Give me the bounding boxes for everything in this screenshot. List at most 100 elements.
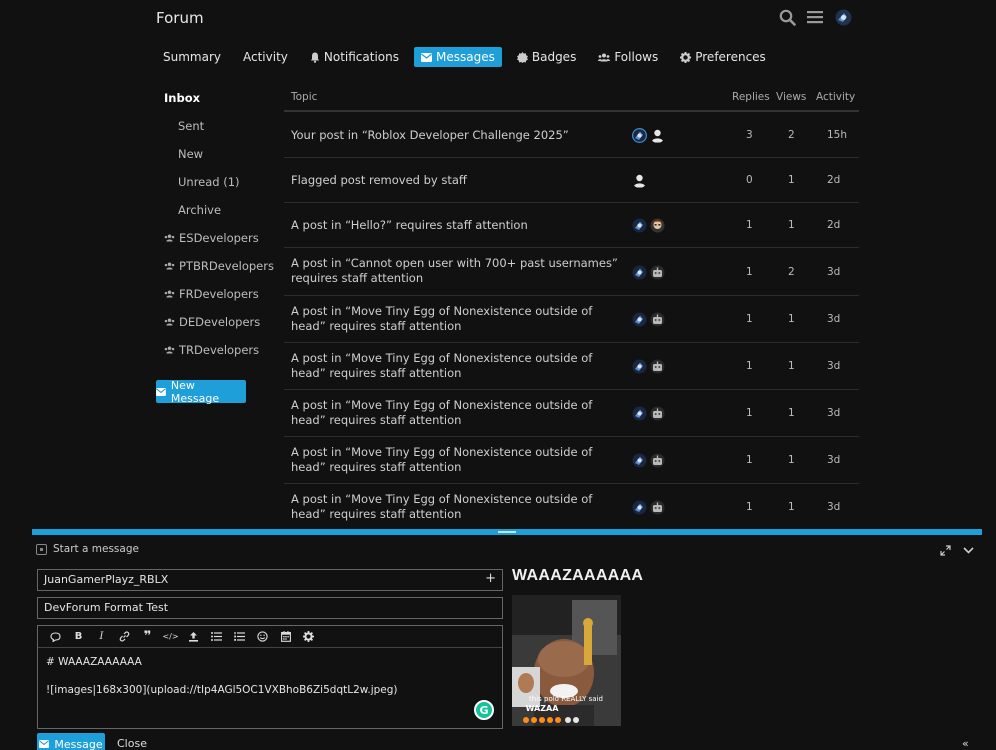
table-row[interactable]: Flagged post removed by staff 0 1 2d [284,158,859,203]
calendar-icon[interactable] [274,626,297,648]
topic-activity[interactable]: 15h [827,129,847,141]
avatar-robot[interactable] [650,312,665,327]
fullscreen-icon[interactable] [938,543,952,557]
topic-title-link[interactable]: A post in “Cannot open user with 700+ pa… [291,256,621,286]
upload-icon[interactable] [182,626,205,648]
preview-caption-1: this polo REALLY said [529,695,603,703]
site-title[interactable]: Forum [156,9,204,27]
avatar-blue[interactable] [632,312,647,327]
envelope-icon [421,52,432,62]
italic-icon[interactable]: I [90,626,113,648]
table-row[interactable]: A post in “Move Tiny Egg of Nonexistence… [284,437,859,484]
quote-icon[interactable]: ❞ [136,626,159,648]
avatar-default[interactable] [632,173,647,188]
topic-activity[interactable]: 3d [827,266,840,278]
avatar-blue[interactable] [632,359,647,374]
avatar-blue[interactable] [632,406,647,421]
sidebar-group-esdevelopers[interactable]: ESDevelopers [156,224,276,252]
sidebar-item-archive[interactable]: Archive [156,196,276,224]
column-topic[interactable]: Topic [291,91,317,103]
table-row[interactable]: Your post in “Roblox Developer Challenge… [284,112,859,158]
topic-activity[interactable]: 2d [827,219,840,231]
topic-activity[interactable]: 3d [827,454,840,466]
avatar-blue[interactable] [632,500,647,515]
close-composer-button[interactable]: Close [117,737,147,750]
topic-activity[interactable]: 2d [827,174,840,186]
sidebar-group-frdevelopers[interactable]: FRDevelopers [156,280,276,308]
topic-title-link[interactable]: A post in “Move Tiny Egg of Nonexistence… [291,304,621,334]
nav-messages-label: Messages [436,50,495,64]
table-row[interactable]: A post in “Move Tiny Egg of Nonexistence… [284,484,859,531]
new-message-button[interactable]: New Message [156,379,246,405]
link-icon[interactable] [113,626,136,648]
nav-follows[interactable]: Follows [591,47,665,67]
column-replies[interactable]: Replies [732,91,770,103]
topic-title-link[interactable]: A post in “Move Tiny Egg of Nonexistence… [291,398,621,428]
avatar-redhead[interactable] [650,218,665,233]
sidebar-item-sent[interactable]: Sent [156,112,276,140]
table-row[interactable]: A post in “Cannot open user with 700+ pa… [284,248,859,296]
table-row[interactable]: A post in “Move Tiny Egg of Nonexistence… [284,343,859,390]
topic-title-link[interactable]: A post in “Hello?” requires staff attent… [291,218,621,233]
search-icon[interactable] [778,8,796,26]
subject-field[interactable]: DevForum Format Test [37,597,503,619]
preview-image[interactable]: this polo REALLY said WAZAA [512,595,621,726]
avatar-robot[interactable] [650,406,665,421]
avatar-blue[interactable] [632,265,647,280]
avatar-blue[interactable] [632,218,647,233]
table-row[interactable]: A post in “Move Tiny Egg of Nonexistence… [284,390,859,437]
nav-summary[interactable]: Summary [156,47,228,67]
topic-activity[interactable]: 3d [827,501,840,513]
hamburger-menu-icon[interactable] [806,8,824,26]
editor-content[interactable]: # WAAAZAAAAAA ![images|168x300](upload://… [38,648,502,704]
topic-activity[interactable]: 3d [827,407,840,419]
chevron-down-icon[interactable] [961,543,975,557]
avatar-default[interactable] [650,128,665,143]
topic-title-link[interactable]: A post in “Move Tiny Egg of Nonexistence… [291,351,621,381]
topic-activity[interactable]: 3d [827,313,840,325]
code-icon[interactable]: </> [159,626,182,648]
numbered-list-icon[interactable] [228,626,251,648]
sidebar-item-new[interactable]: New [156,140,276,168]
emoji-icon[interactable] [251,626,274,648]
avatar-blue-ring[interactable] [632,128,647,143]
topic-activity[interactable]: 3d [827,360,840,372]
nav-messages[interactable]: Messages [414,47,502,67]
sidebar-group-dedevelopers[interactable]: DEDevelopers [156,308,276,336]
column-views[interactable]: Views [776,91,806,103]
sidebar-group-trdevelopers[interactable]: TRDevelopers [156,336,276,364]
grammarly-icon[interactable]: G [474,700,494,720]
nav-badges[interactable]: Badges [510,47,583,67]
sidebar-item-unread[interactable]: Unread (1) [156,168,276,196]
add-recipient-icon[interactable]: + [485,571,496,586]
nav-notifications[interactable]: Notifications [303,47,406,67]
avatar-robot[interactable] [650,453,665,468]
topic-title-link[interactable]: A post in “Move Tiny Egg of Nonexistence… [291,445,621,475]
speech-bubble-icon[interactable] [44,626,67,648]
avatar-robot[interactable] [650,500,665,515]
recipient-field[interactable]: JuanGamerPlayz_RBLX + [37,569,503,591]
composer-action-icon[interactable] [36,543,47,555]
message-editor[interactable]: B I ❞ </> # WAAAZAAAAAA ![images|168x300]… [37,625,503,729]
topic-views: 1 [788,407,795,419]
table-row[interactable]: A post in “Move Tiny Egg of Nonexistence… [284,296,859,343]
composer-resize-grip[interactable] [498,531,516,533]
avatar-robot[interactable] [650,359,665,374]
avatar-blue[interactable] [632,453,647,468]
send-message-button[interactable]: Message [37,733,105,750]
sidebar-group-ptbrdevelopers[interactable]: PTBRDevelopers [156,252,276,280]
table-row[interactable]: A post in “Hello?” requires staff attent… [284,203,859,248]
bullet-list-icon[interactable] [205,626,228,648]
column-activity[interactable]: Activity [816,91,855,103]
topic-title-link[interactable]: Your post in “Roblox Developer Challenge… [291,128,621,143]
bold-icon[interactable]: B [67,626,90,648]
sidebar-item-inbox[interactable]: Inbox [156,84,276,112]
nav-activity[interactable]: Activity [236,47,295,67]
topic-title-link[interactable]: A post in “Move Tiny Egg of Nonexistence… [291,492,621,522]
nav-preferences[interactable]: Preferences [673,47,773,67]
collapse-preview-icon[interactable]: « [962,737,969,750]
avatar-robot[interactable] [650,265,665,280]
topic-title-link[interactable]: Flagged post removed by staff [291,173,621,188]
gear-icon[interactable] [297,626,320,648]
user-avatar[interactable] [834,8,852,26]
